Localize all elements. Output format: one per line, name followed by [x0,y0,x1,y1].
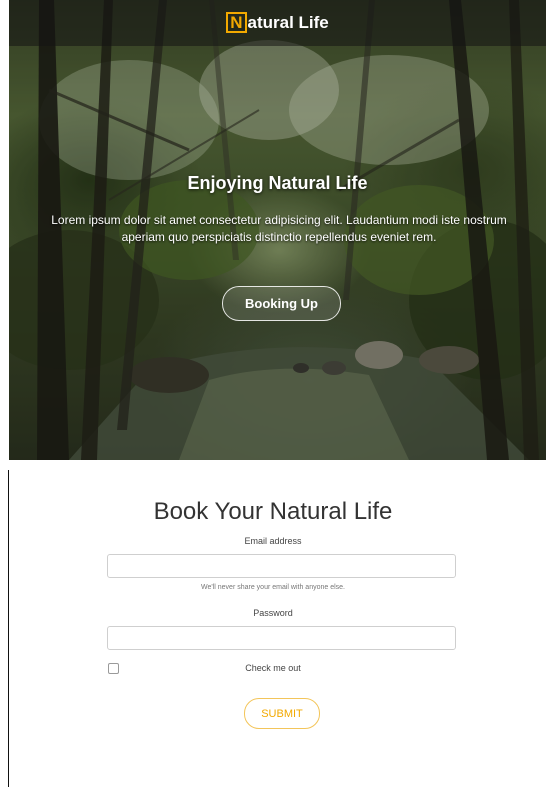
hero-section: Natural Life Enjoying Natural Life Lorem… [9,0,546,460]
password-input[interactable] [107,626,456,650]
email-input[interactable] [107,554,456,578]
check-me-out-label: Check me out [245,663,301,673]
booking-up-button[interactable]: Booking Up [222,286,341,321]
hero-title: Enjoying Natural Life [187,173,368,193]
brand-logo-letter: N [226,12,247,33]
form-title: Book Your Natural Life [153,498,393,525]
email-help-text: We'll never share your email with anyone… [201,584,345,591]
email-label: Email address [244,536,302,546]
top-navbar: Natural Life [9,0,546,46]
brand-logo-text: atural Life [247,13,329,32]
hero-description: Lorem ipsum dolor sit amet consectetur a… [51,213,507,244]
brand-logo[interactable]: Natural Life [9,12,546,33]
submit-button[interactable]: SUBMIT [244,698,320,729]
password-label: Password [253,608,293,618]
